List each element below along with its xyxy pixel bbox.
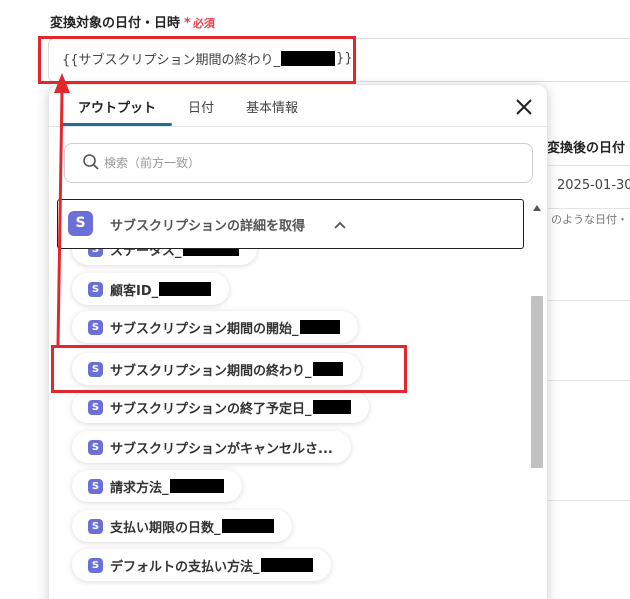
stripe-s-icon: S <box>68 211 93 236</box>
stripe-s-icon: S <box>88 479 103 494</box>
field-label: 変換対象の日付・日時 * 必須 <box>50 12 215 31</box>
chevron-up-icon <box>334 221 346 229</box>
list-item[interactable]: S ステータス_ <box>72 249 257 265</box>
redacted-block <box>159 282 212 296</box>
redacted-block <box>182 249 239 256</box>
list-item-label: 請求方法_ <box>110 480 169 496</box>
tab-date[interactable]: 日付 <box>172 84 230 126</box>
redacted-block <box>312 362 343 376</box>
redacted-block <box>169 479 224 493</box>
output-item-list: S ステータス_ S 顧客ID_ S サブスクリプション期間の開始_ S サブス… <box>50 249 528 599</box>
date-source-value-suffix: }} <box>336 51 353 66</box>
scrollbar-thumb[interactable] <box>531 296 543 468</box>
list-item[interactable]: S サブスクリプションの終了予定日_ <box>72 391 369 423</box>
required-star: * <box>184 16 191 31</box>
list-item-label: 顧客ID_ <box>110 283 159 299</box>
list-item[interactable]: S サブスクリプション期間の開始_ <box>72 311 358 343</box>
close-icon <box>516 99 532 115</box>
list-item[interactable]: S 請求方法_ <box>72 470 242 502</box>
list-item-selected[interactable]: S サブスクリプション期間の終わり_ <box>72 353 361 385</box>
group-title: サブスクリプションの詳細を取得 <box>110 219 306 234</box>
redacted-block <box>299 320 340 334</box>
stripe-s-icon: S <box>88 440 103 455</box>
stripe-s-icon: S <box>88 282 103 297</box>
tab-basic-info[interactable]: 基本情報 <box>230 84 314 126</box>
list-item-label: サブスクリプション期間の終わり_ <box>110 363 312 379</box>
stripe-s-icon: S <box>88 249 103 257</box>
converted-date-label: 変換後の日付・ <box>547 141 630 156</box>
required-text: 必須 <box>192 17 215 30</box>
tab-divider <box>48 126 548 127</box>
redacted-block <box>312 400 351 414</box>
close-button[interactable] <box>512 95 536 119</box>
list-item[interactable]: S 支払い期限の日数_ <box>72 510 292 542</box>
list-item-label: サブスクリプションの終了予定日_ <box>110 401 312 417</box>
list-item-label: ステータス_ <box>110 249 182 259</box>
list-item[interactable]: S サブスクリプションがキャンセルさ... <box>72 431 351 463</box>
search-input[interactable] <box>104 153 504 173</box>
list-item[interactable]: S デフォルトの支払い方法_ <box>72 549 331 581</box>
list-item[interactable]: S 顧客ID_ <box>72 273 230 305</box>
redacted-block <box>260 558 313 572</box>
list-item-label: サブスクリプション期間の開始_ <box>110 321 299 337</box>
date-source-value[interactable]: {{サブスクリプション期間の終わり_}} <box>62 49 353 68</box>
stripe-s-icon: S <box>88 320 103 335</box>
date-source-value-prefix: {{サブスクリプション期間の終わり_ <box>62 53 281 68</box>
divider <box>548 500 630 501</box>
stripe-s-icon: S <box>88 362 103 377</box>
stripe-s-icon: S <box>88 400 103 415</box>
divider <box>548 300 630 301</box>
list-item-label: デフォルトの支払い方法_ <box>110 559 260 575</box>
search-icon <box>83 154 99 170</box>
converted-date-value: 2025-01-30 <box>557 178 630 193</box>
tab-output[interactable]: アウトプット <box>62 84 173 126</box>
converted-date-note: のような日付・ <box>551 213 628 226</box>
divider <box>548 380 630 381</box>
stripe-s-icon: S <box>88 519 103 534</box>
redacted-block <box>221 519 274 533</box>
redacted-block <box>281 51 336 66</box>
list-item-label: 支払い期限の日数_ <box>110 520 221 536</box>
stripe-s-icon: S <box>88 558 103 573</box>
popover-tabs: アウトプット 日付 基本情報 <box>62 84 314 126</box>
scroll-up-arrow-icon[interactable] <box>533 205 541 211</box>
list-item-label: サブスクリプションがキャンセルさ... <box>110 441 333 457</box>
field-label-text: 変換対象の日付・日時 <box>50 16 181 31</box>
